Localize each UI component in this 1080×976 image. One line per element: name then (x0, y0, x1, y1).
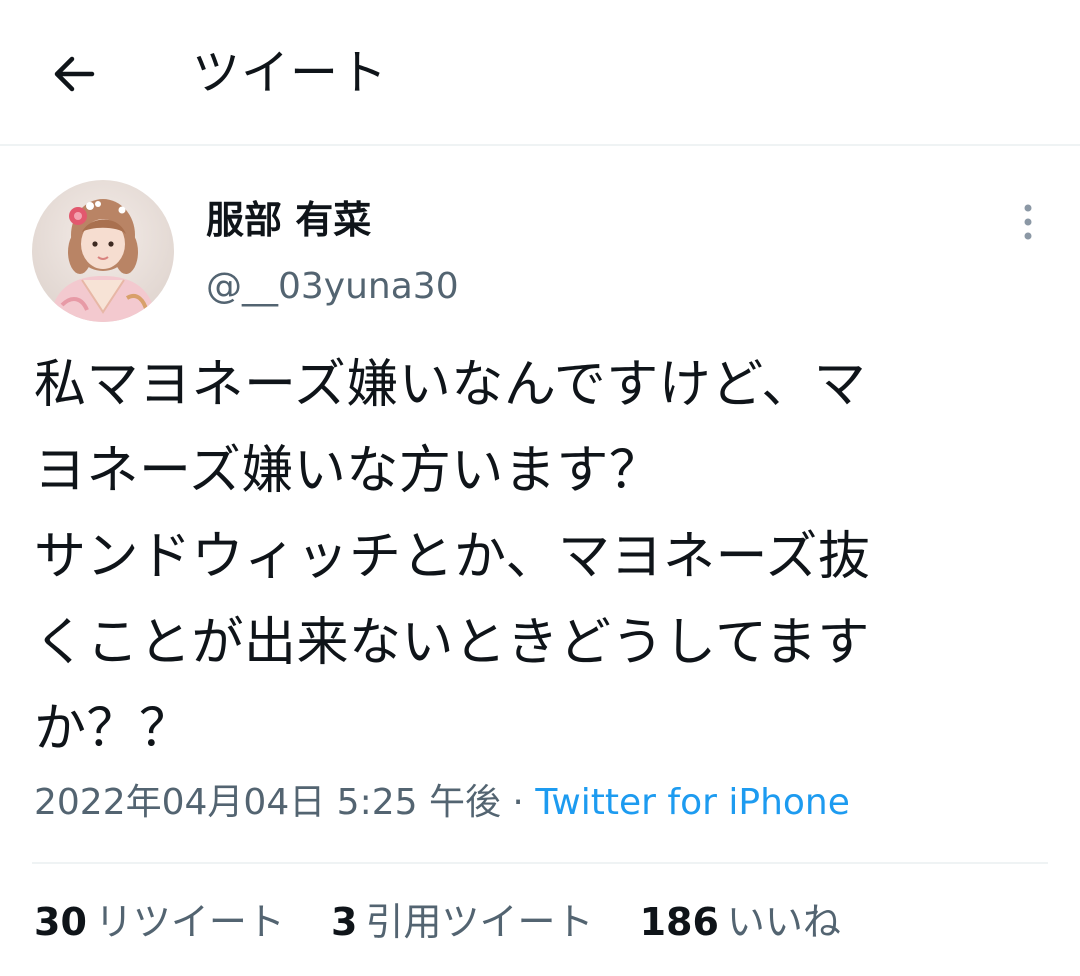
profile-photo (32, 180, 174, 322)
arrow-left-icon (54, 56, 95, 92)
tweet-metadata: 2022年04月04日 5:25 午後 · Twitter for iPhone (34, 778, 850, 828)
page-title: ツイート (192, 45, 389, 101)
tweet-stats: 30 リツイート 3 引用ツイート 186 いいね (34, 896, 875, 948)
quotes-stat[interactable]: 3 引用ツイート (331, 896, 593, 948)
tweet-source-link[interactable]: Twitter for iPhone (535, 782, 850, 823)
retweets-count: 30 (34, 900, 87, 944)
more-vertical-icon (1024, 204, 1032, 240)
likes-stat[interactable]: 186 いいね (640, 896, 841, 948)
retweets-label: リツイート (94, 900, 285, 944)
likes-count: 186 (639, 900, 719, 944)
tweet-timestamp[interactable]: 2022年04月04日 5:25 午後 (34, 782, 501, 823)
likes-label: いいね (726, 900, 841, 944)
divider (32, 862, 1048, 864)
tweet-text: 私マヨネーズ嫌いなんですけど、マ ヨネーズ嫌いな方います？ サンドウィッチとか、… (34, 355, 871, 759)
quotes-count: 3 (331, 900, 358, 944)
meta-separator: · (512, 782, 524, 823)
author-name[interactable]: 服部 有菜 (206, 196, 371, 244)
author-handle[interactable]: @__03yuna30 (206, 264, 459, 310)
more-options-button[interactable] (1008, 196, 1048, 248)
retweets-stat[interactable]: 30 リツイート (34, 896, 285, 948)
quotes-label: 引用ツイート (365, 900, 594, 944)
top-bar: ツイート (0, 0, 1080, 146)
avatar[interactable] (32, 180, 174, 322)
back-button[interactable] (44, 44, 104, 104)
